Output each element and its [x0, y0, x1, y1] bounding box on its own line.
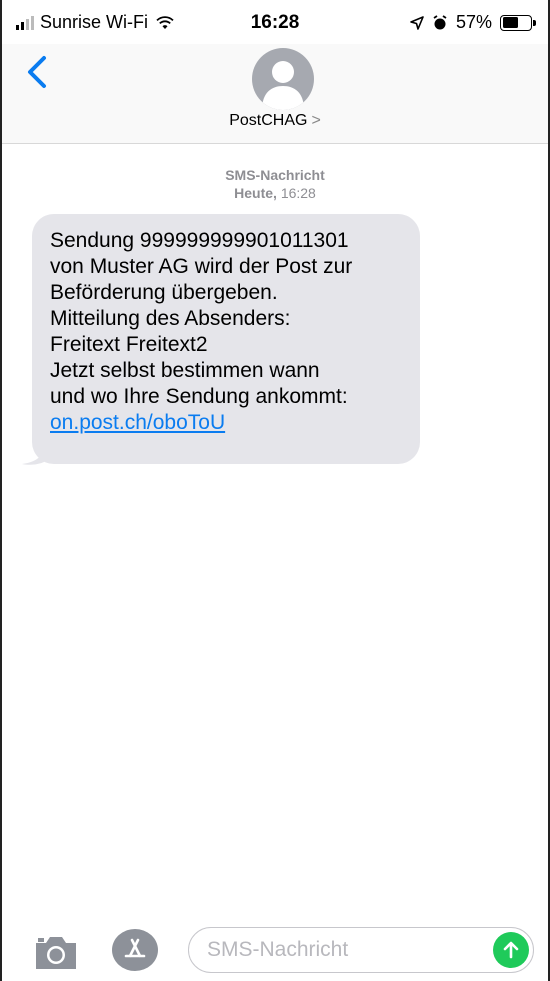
message-line: und wo Ihre Sendung ankommt: — [50, 385, 348, 408]
tracking-link[interactable]: on.post.ch/oboToU — [50, 410, 402, 436]
location-arrow-icon — [410, 15, 424, 30]
message-line: von Muster AG wird der Post zur — [50, 255, 353, 278]
message-line: Mitteilung des Absenders: — [50, 307, 291, 330]
message-line: Sendung 999999999901011301 — [50, 229, 349, 252]
message-line: Jetzt selbst bestimmen wann — [50, 359, 320, 382]
battery-icon — [500, 14, 536, 31]
incoming-message-bubble[interactable]: Sendung 999999999901011301 von Muster AG… — [32, 214, 420, 464]
alarm-icon — [433, 14, 447, 29]
status-bar: Sunrise Wi-Fi 16:28 57% — [2, 0, 548, 44]
message-input-placeholder: SMS-Nachricht — [207, 938, 349, 961]
person-silhouette-icon — [262, 61, 304, 110]
back-button[interactable] — [22, 52, 52, 92]
camera-icon[interactable] — [32, 933, 80, 971]
message-input[interactable]: SMS-Nachricht — [188, 927, 534, 973]
messages-screen: Sunrise Wi-Fi 16:28 57% PostCHAG > SMS-N… — [0, 0, 550, 981]
contact-name-button[interactable]: PostCHAG > — [2, 112, 548, 130]
message-type-label: SMS-Nachricht — [225, 167, 325, 183]
input-bar: SMS-Nachricht — [2, 919, 548, 981]
message-line: Beförderung übergeben. — [50, 281, 278, 304]
chevron-right-icon: > — [311, 112, 321, 129]
app-store-icon[interactable] — [112, 929, 158, 971]
conversation-header: PostCHAG > — [2, 44, 548, 144]
contact-name: PostCHAG — [229, 112, 308, 129]
status-right: 57% — [410, 12, 536, 33]
send-arrow-icon[interactable] — [493, 932, 529, 968]
contact-avatar[interactable] — [252, 48, 314, 110]
message-timestamp: Heute, 16:28 — [234, 185, 316, 201]
message-line: Freitext Freitext2 — [50, 333, 208, 356]
thread-meta: SMS-Nachricht Heute, 16:28 — [2, 166, 548, 202]
battery-percent: 57% — [455, 12, 492, 32]
